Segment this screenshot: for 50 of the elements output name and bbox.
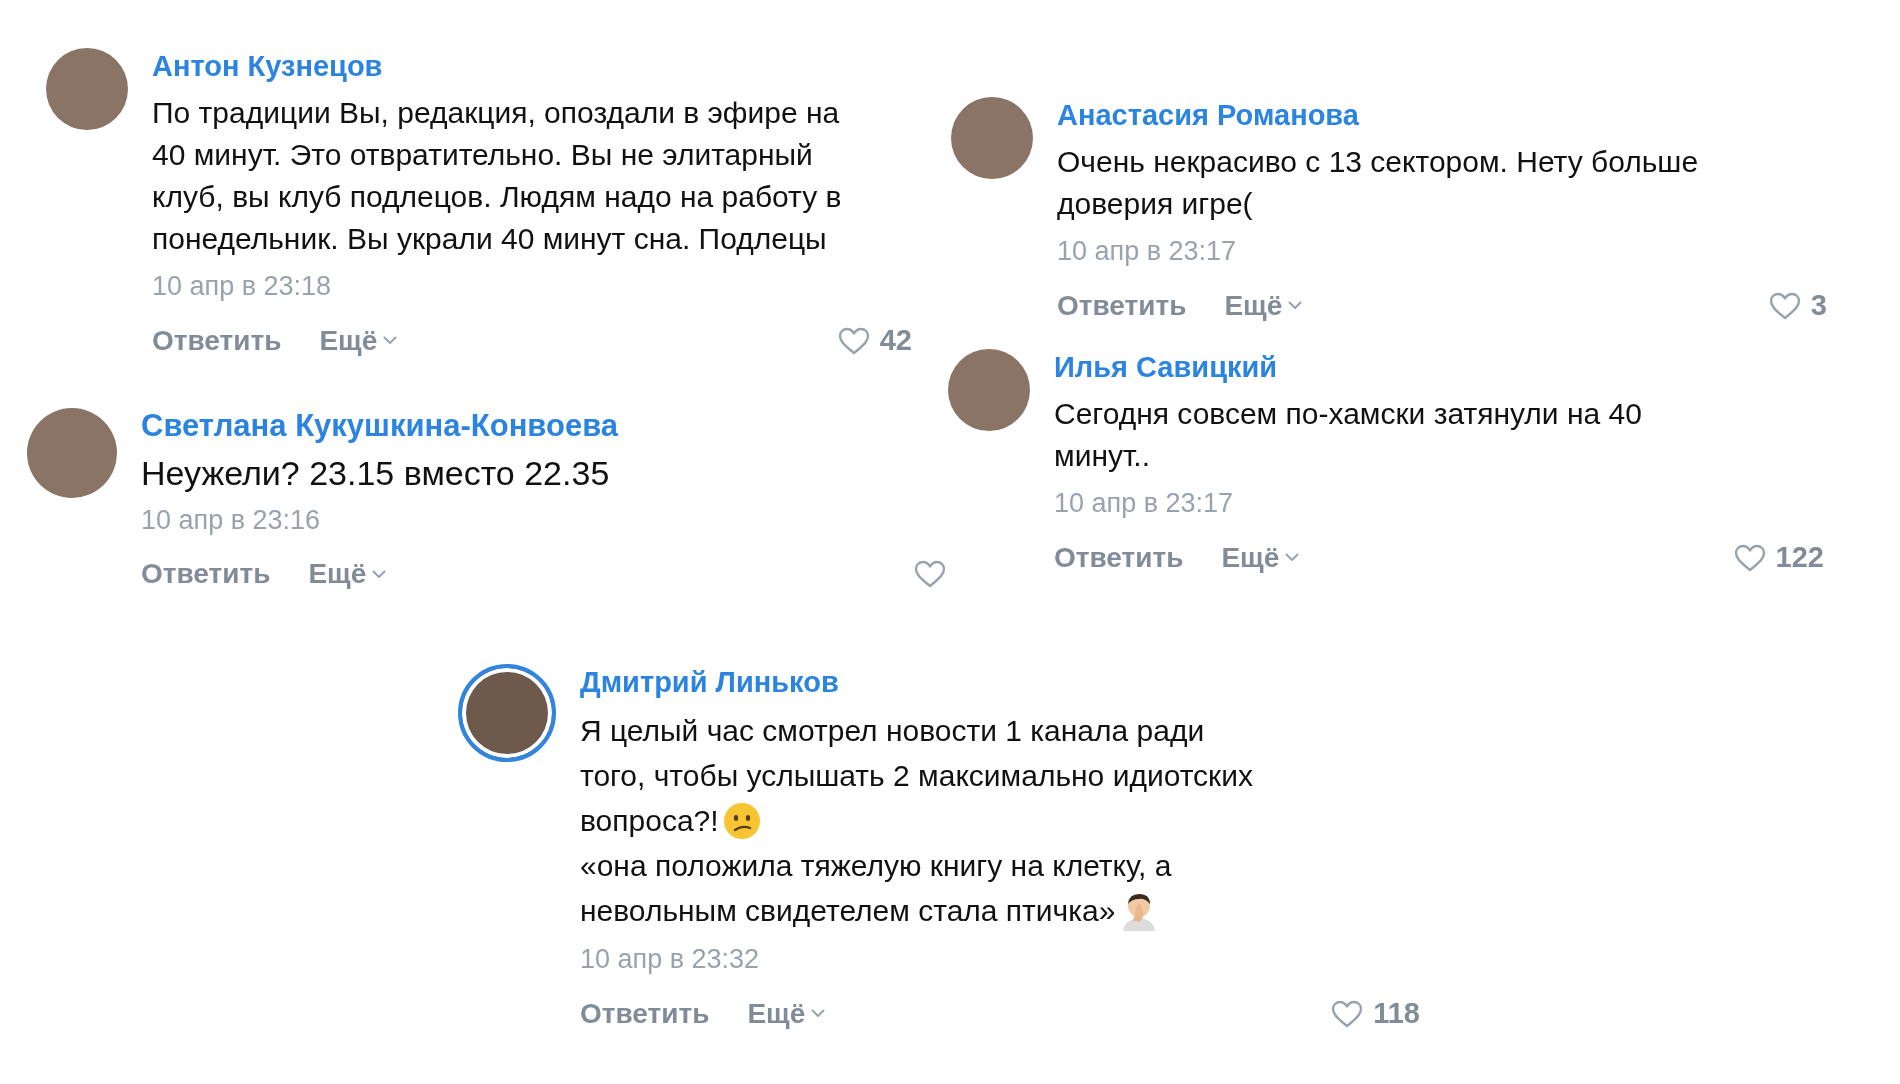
- like-button[interactable]: [914, 560, 946, 588]
- reply-button[interactable]: Ответить: [141, 558, 271, 590]
- author-name-link[interactable]: Антон Кузнецов: [152, 48, 383, 84]
- comment-text: Я целый час смотрел новости 1 канала ради: [580, 713, 1205, 749]
- heart-icon: [1733, 543, 1766, 572]
- more-button[interactable]: Ещё: [1221, 541, 1300, 574]
- like-button[interactable]: 122: [1733, 541, 1824, 574]
- more-button[interactable]: Ещё: [319, 324, 398, 357]
- chevron-down-icon: [811, 1009, 826, 1018]
- chevron-down-icon: [383, 336, 398, 345]
- comment-text: 40 минут. Это отвратительно. Вы не элитарный: [152, 137, 813, 173]
- reply-button[interactable]: Ответить: [1054, 541, 1184, 574]
- comment-date: 10 апр в 23:17: [1054, 487, 1235, 520]
- comment-text: вопроса?!: [580, 803, 719, 839]
- comment-text: клуб, вы клуб подлецов. Людям надо на работу в: [152, 179, 842, 215]
- chevron-down-icon: [1285, 553, 1300, 562]
- comment-text: того, чтобы услышать 2 максимально идиотских: [580, 758, 1253, 794]
- chevron-down-icon: [1288, 301, 1303, 310]
- comment-text: Очень некрасиво с 13 сектором. Нету больше: [1057, 144, 1699, 180]
- heart-icon: [914, 560, 946, 588]
- comment-date: 10 апр в 23:17: [1057, 235, 1238, 268]
- comment-text: По традиции Вы, редакция, опоздали в эфире на: [152, 95, 840, 131]
- heart-icon: [1331, 999, 1364, 1028]
- like-button[interactable]: 118: [1331, 997, 1420, 1030]
- reply-button[interactable]: Ответить: [580, 997, 710, 1030]
- more-button[interactable]: Ещё: [747, 997, 826, 1030]
- more-button[interactable]: Ещё: [1224, 289, 1303, 322]
- reply-button[interactable]: Ответить: [1057, 289, 1187, 322]
- chevron-down-icon: [372, 569, 387, 579]
- comment-date: 10 апр в 23:16: [141, 504, 322, 537]
- comment-text: Неужели? 23.15 вместо 22.35: [141, 453, 610, 494]
- comment-date: 10 апр в 23:32: [580, 943, 761, 976]
- author-name-link[interactable]: Анастасия Романова: [1057, 97, 1359, 133]
- comment-text: Сегодня совсем по-хамски затянули на 40: [1054, 396, 1642, 432]
- comment-text: минут..: [1054, 438, 1151, 474]
- author-name-link[interactable]: Дмитрий Линьков: [580, 664, 839, 700]
- author-name-link[interactable]: Светлана Кукушкина-Конвоева: [141, 408, 619, 444]
- author-name-link[interactable]: Илья Савицкий: [1054, 349, 1278, 385]
- comment-text: невольным свидетелем стала птичка»: [580, 893, 1116, 929]
- heart-icon: [1768, 291, 1801, 320]
- comment-text: «она положила тяжелую книгу на клетку, а: [580, 848, 1172, 884]
- reply-button[interactable]: Ответить: [152, 324, 282, 357]
- comment-date: 10 апр в 23:18: [152, 270, 333, 303]
- confused-face-icon: [722, 801, 761, 840]
- comment-text: понедельник. Вы украли 40 минут сна. Подлецы: [152, 221, 827, 257]
- comment-text: доверия игре(: [1057, 186, 1253, 222]
- more-button[interactable]: Ещё: [308, 558, 387, 590]
- heart-icon: [837, 326, 870, 355]
- like-button[interactable]: 3: [1768, 289, 1827, 322]
- like-button[interactable]: 42: [837, 324, 912, 357]
